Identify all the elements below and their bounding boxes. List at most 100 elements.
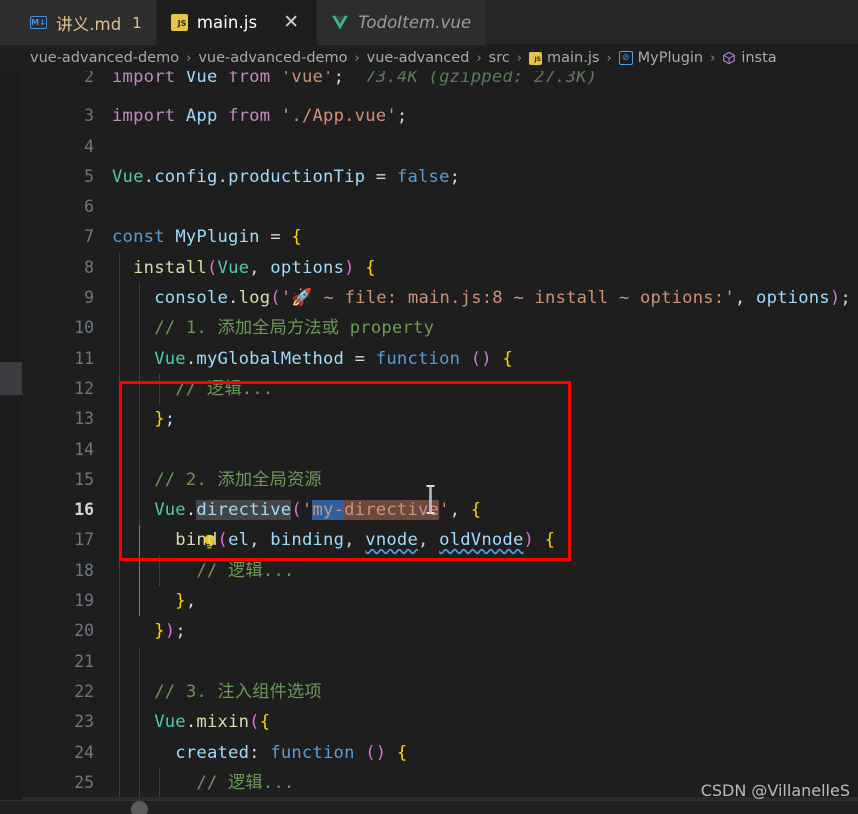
line-number: 18 xyxy=(74,560,94,580)
breadcrumb-item-folder[interactable]: vue-advanced xyxy=(367,50,470,66)
code-line-active: 16 Vue.directive('my-directive', { xyxy=(22,495,858,549)
line-number: 23 xyxy=(74,712,94,732)
breadcrumb: vue-advanced-demo › vue-advanced-demo › … xyxy=(0,45,858,71)
breadcrumb-separator: › xyxy=(710,50,716,66)
code-line: 12 // 逻辑... xyxy=(22,373,858,405)
code-line: 19 }, xyxy=(22,586,858,617)
code-line: 21 xyxy=(22,646,858,677)
tab-main-js[interactable]: JS main.js ✕ xyxy=(156,0,318,45)
indent-guide xyxy=(119,646,120,677)
line-number: 24 xyxy=(74,742,94,762)
line-content: bind(el, binding, vnode, oldVnode) { xyxy=(175,530,556,551)
overview-ruler[interactable] xyxy=(0,71,22,801)
line-number: 20 xyxy=(74,621,94,641)
breadcrumb-item-src[interactable]: src xyxy=(489,50,510,66)
code-line: 13 }; xyxy=(22,404,858,435)
line-number: 2 xyxy=(84,71,94,86)
line-number: 11 xyxy=(74,348,94,368)
tab-badge: 1 xyxy=(132,13,142,32)
breadcrumb-label: vue-advanced xyxy=(366,50,470,66)
watermark: CSDN @VillanelleS xyxy=(700,781,850,800)
tab-close-button[interactable]: ✕ xyxy=(280,12,302,34)
javascript-icon: JS xyxy=(529,51,543,65)
line-content: }, xyxy=(175,591,197,612)
breadcrumb-separator: › xyxy=(186,50,192,66)
code-line: 11 Vue.myGlobalMethod = function () { xyxy=(22,343,858,374)
indent-guide xyxy=(139,434,140,465)
breadcrumb-item-symbol-myplugin[interactable]: ⊘ MyPlugin xyxy=(618,50,704,66)
line-content: import App from './App.vue'; xyxy=(112,106,408,127)
code-line: 9 console.log('🚀 ~ file: main.js:8 ~ ins… xyxy=(22,283,858,314)
code-line: 14 xyxy=(22,434,858,465)
line-content: Vue.mixin({ xyxy=(154,712,271,733)
line-number: 4 xyxy=(84,136,94,156)
line-number: 14 xyxy=(74,439,94,459)
breadcrumb-separator: › xyxy=(476,50,482,66)
code-line: 6 xyxy=(22,192,858,222)
status-dot-icon xyxy=(131,801,148,814)
tab-讲义-md[interactable]: M↓ 讲义.md 1 xyxy=(0,0,157,45)
overview-ruler-marker xyxy=(0,362,22,395)
code-line: 18 // 逻辑... xyxy=(22,555,858,587)
symbol-variable-icon: ⊘ xyxy=(618,51,633,65)
line-number: 16 xyxy=(74,500,94,520)
breadcrumb-label: src xyxy=(488,50,510,66)
warning-squiggle: oldVnode xyxy=(439,530,524,551)
line-number: 13 xyxy=(74,409,94,429)
line-content: // 3. 注入组件选项 xyxy=(112,681,322,702)
line-number: 3 xyxy=(84,106,94,126)
word-occurrence-highlight: directive xyxy=(196,500,292,521)
breadcrumb-separator: › xyxy=(606,50,612,66)
line-content: // 1. 添加全局方法或 property xyxy=(112,318,435,339)
code-content[interactable]: 2 import Vue from 'vue'; 73.4K (gzipped:… xyxy=(22,71,858,801)
code-line: 5 Vue.config.productionTip = false; xyxy=(22,162,858,192)
vue-icon xyxy=(331,15,349,31)
breadcrumb-item-root[interactable]: vue-advanced-demo xyxy=(30,50,179,66)
breadcrumb-label: vue-advanced-demo xyxy=(198,50,348,66)
breadcrumb-item-project[interactable]: vue-advanced-demo xyxy=(198,50,347,66)
line-number: 19 xyxy=(74,591,94,611)
line-content: console.log('🚀 ~ file: main.js:8 ~ insta… xyxy=(154,288,851,309)
breadcrumb-label: MyPlugin xyxy=(637,50,704,66)
code-line: 22 // 3. 注入组件选项 xyxy=(22,676,858,708)
line-number: 9 xyxy=(84,288,94,308)
text-selection: my- xyxy=(312,500,345,521)
warning-squiggle: vnode xyxy=(365,530,419,551)
line-number: 5 xyxy=(84,166,94,186)
line-content: // 2. 添加全局资源 xyxy=(112,469,322,490)
line-content: install(Vue, options) { xyxy=(133,257,376,278)
code-line: 24 created: function () { xyxy=(22,737,858,768)
line-number: 6 xyxy=(84,197,94,217)
line-number: 10 xyxy=(74,318,94,338)
line-content: Vue.myGlobalMethod = function () { xyxy=(154,348,513,369)
breadcrumb-item-symbol-install[interactable]: insta xyxy=(722,50,777,66)
code-line: 8 install(Vue, options) { xyxy=(22,252,858,284)
line-content: // 逻辑... xyxy=(112,772,295,793)
line-content: // 逻辑... xyxy=(112,378,274,399)
code-line: 4 xyxy=(22,132,858,162)
code-line: 23 Vue.mixin({ xyxy=(22,707,858,738)
tab-todoitem-vue[interactable]: TodoItem.vue xyxy=(317,0,487,45)
line-content: import Vue from 'vue'; 73.4K (gzipped: 2… xyxy=(112,71,598,87)
line-number: 8 xyxy=(84,257,94,277)
tab-label: main.js xyxy=(196,13,258,32)
markdown-icon: M↓ xyxy=(30,16,47,29)
line-content: // 逻辑... xyxy=(112,560,295,581)
line-content: }; xyxy=(154,409,176,430)
breadcrumb-label: main.js xyxy=(547,50,600,66)
line-number: 22 xyxy=(74,681,94,701)
breadcrumb-separator: › xyxy=(516,50,523,66)
line-number: 25 xyxy=(74,772,94,792)
editor-tab-bar: M↓ 讲义.md 1 JS main.js ✕ TodoItem.vue xyxy=(0,0,858,45)
code-line: 20 }); xyxy=(22,616,858,647)
code-editor[interactable]: 2 import Vue from 'vue'; 73.4K (gzipped:… xyxy=(0,71,858,801)
line-content: created: function () { xyxy=(175,742,408,763)
line-content: }); xyxy=(154,621,186,642)
code-line: 10 // 1. 添加全局方法或 property xyxy=(22,313,858,344)
line-content: const MyPlugin = { xyxy=(112,227,302,248)
line-number: 12 xyxy=(74,378,94,398)
code-line: 15 // 2. 添加全局资源 xyxy=(22,464,858,496)
breadcrumb-item-file[interactable]: JS main.js xyxy=(529,50,599,66)
breadcrumb-separator: › xyxy=(354,50,360,66)
line-number: 15 xyxy=(74,469,94,489)
